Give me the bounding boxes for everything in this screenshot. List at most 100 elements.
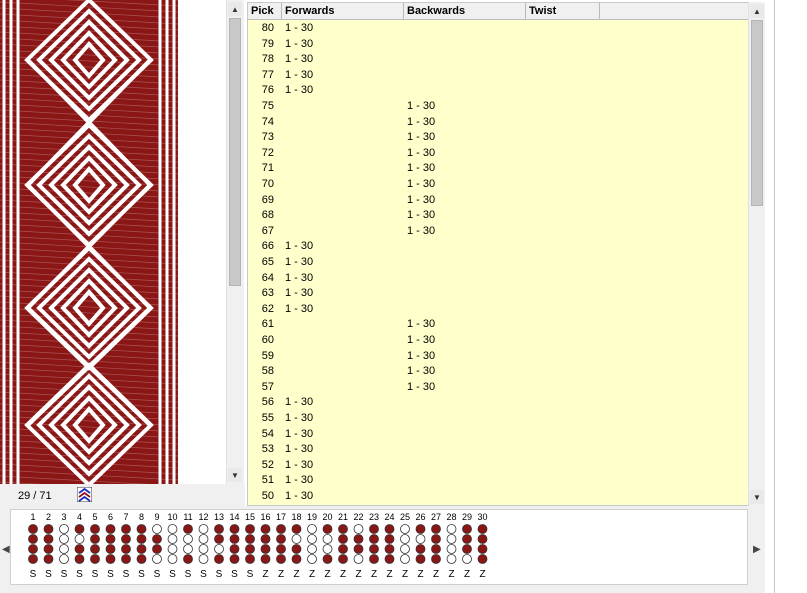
card-hole[interactable] <box>322 544 333 554</box>
card-hole[interactable] <box>167 524 178 534</box>
card-hole[interactable] <box>260 554 271 564</box>
card-hole[interactable] <box>477 544 488 554</box>
card-hole[interactable] <box>90 534 100 544</box>
table-row[interactable]: 68 1 - 30 <box>248 209 748 225</box>
card-threading-direction[interactable]: S <box>92 569 99 580</box>
table-row[interactable]: 61 1 - 30 <box>248 318 748 334</box>
card-threading-direction[interactable]: Z <box>417 569 423 580</box>
table-row[interactable]: 80 1 - 30 <box>248 22 748 38</box>
table-scrollbar[interactable]: ▲ ▼ <box>748 2 765 506</box>
card-hole[interactable] <box>415 554 426 564</box>
card-hole[interactable] <box>307 524 317 534</box>
card-hole[interactable] <box>105 534 116 544</box>
card-hole[interactable] <box>198 534 209 544</box>
card-hole[interactable] <box>245 534 255 544</box>
card-hole[interactable] <box>400 534 410 544</box>
card-threading-direction[interactable]: S <box>154 569 161 580</box>
card-hole[interactable] <box>59 524 69 534</box>
table-row[interactable]: 64 1 - 30 <box>248 272 748 288</box>
card-hole[interactable] <box>322 524 333 534</box>
card-hole[interactable] <box>338 524 348 534</box>
table-scroll-up-icon[interactable]: ▲ <box>750 4 764 18</box>
card-hole[interactable] <box>245 554 255 564</box>
card-hole[interactable] <box>307 554 317 564</box>
pick-table[interactable]: Pick Forwards Backwards Twist 80 1 - 30 79… <box>247 2 764 506</box>
card-hole[interactable] <box>477 554 488 564</box>
card-hole[interactable] <box>43 534 54 544</box>
card-threading-direction[interactable]: S <box>76 569 83 580</box>
table-row[interactable]: 76 1 - 30 <box>248 84 748 100</box>
card-hole[interactable] <box>28 534 38 544</box>
card-hole[interactable] <box>384 554 395 564</box>
card-hole[interactable] <box>28 554 38 564</box>
card-threading-direction[interactable]: S <box>30 569 37 580</box>
card-threading-direction[interactable]: S <box>138 569 145 580</box>
card-threading-direction[interactable]: Z <box>402 569 408 580</box>
card-threading-direction[interactable]: Z <box>278 569 284 580</box>
card-hole[interactable] <box>400 554 410 564</box>
card-hole[interactable] <box>369 544 379 554</box>
table-row[interactable]: 58 1 - 30 <box>248 365 748 381</box>
card-hole[interactable] <box>431 534 441 544</box>
card-hole[interactable] <box>353 524 364 534</box>
card-hole[interactable] <box>183 534 193 544</box>
card-threading-direction[interactable]: Z <box>293 569 299 580</box>
card-hole[interactable] <box>431 544 441 554</box>
card-hole[interactable] <box>384 534 395 544</box>
table-row[interactable]: 51 1 - 30 <box>248 474 748 490</box>
table-row[interactable]: 78 1 - 30 <box>248 53 748 69</box>
card-hole[interactable] <box>291 544 302 554</box>
card-hole[interactable] <box>214 534 224 544</box>
card-hole[interactable] <box>136 534 147 544</box>
card-hole[interactable] <box>136 544 147 554</box>
scroll-down-icon[interactable]: ▼ <box>228 468 242 482</box>
column-header-forwards[interactable]: Forwards <box>282 3 404 19</box>
card-hole[interactable] <box>415 534 426 544</box>
card-hole[interactable] <box>338 534 348 544</box>
card-hole[interactable] <box>183 554 193 564</box>
table-row[interactable]: 70 1 - 30 <box>248 178 748 194</box>
card-threading-direction[interactable]: Z <box>479 569 485 580</box>
card-hole[interactable] <box>462 554 472 564</box>
card-threading-direction[interactable]: Z <box>340 569 346 580</box>
card-threading-direction[interactable]: Z <box>355 569 361 580</box>
card-hole[interactable] <box>74 554 85 564</box>
card-hole[interactable] <box>276 534 286 544</box>
card-threading-direction[interactable]: S <box>169 569 176 580</box>
card-hole[interactable] <box>338 554 348 564</box>
card-hole[interactable] <box>136 524 147 534</box>
card-threading-direction[interactable]: Z <box>448 569 454 580</box>
column-header-twist[interactable]: Twist <box>526 3 600 19</box>
card-hole[interactable] <box>152 554 162 564</box>
card-hole[interactable] <box>291 524 302 534</box>
card-hole[interactable] <box>229 544 240 554</box>
card-hole[interactable] <box>353 534 364 544</box>
card-threading-direction[interactable]: Z <box>324 569 330 580</box>
card-hole[interactable] <box>74 524 85 534</box>
card-hole[interactable] <box>198 554 209 564</box>
card-hole[interactable] <box>307 534 317 544</box>
table-row[interactable]: 52 1 - 30 <box>248 459 748 475</box>
cards-scroll-left-icon[interactable]: ◀ <box>2 544 10 555</box>
card-hole[interactable] <box>245 544 255 554</box>
card-hole[interactable] <box>90 554 100 564</box>
card-hole[interactable] <box>322 534 333 544</box>
pattern-view-icon[interactable] <box>77 487 92 502</box>
table-row[interactable]: 53 1 - 30 <box>248 443 748 459</box>
card-threading-direction[interactable]: S <box>231 569 238 580</box>
table-row[interactable]: 65 1 - 30 <box>248 256 748 272</box>
card-threading-direction[interactable]: S <box>185 569 192 580</box>
card-hole[interactable] <box>260 534 271 544</box>
table-row[interactable]: 62 1 - 30 <box>248 303 748 319</box>
card-hole[interactable] <box>43 554 54 564</box>
card-hole[interactable] <box>105 554 116 564</box>
table-row[interactable]: 60 1 - 30 <box>248 334 748 350</box>
card-hole[interactable] <box>322 554 333 564</box>
card-hole[interactable] <box>121 524 131 534</box>
card-hole[interactable] <box>229 554 240 564</box>
card-hole[interactable] <box>152 544 162 554</box>
card-threading-direction[interactable]: S <box>247 569 254 580</box>
cards-scroll-right-icon[interactable]: ▶ <box>753 544 761 555</box>
card-hole[interactable] <box>59 554 69 564</box>
card-threading-direction[interactable]: Z <box>309 569 315 580</box>
